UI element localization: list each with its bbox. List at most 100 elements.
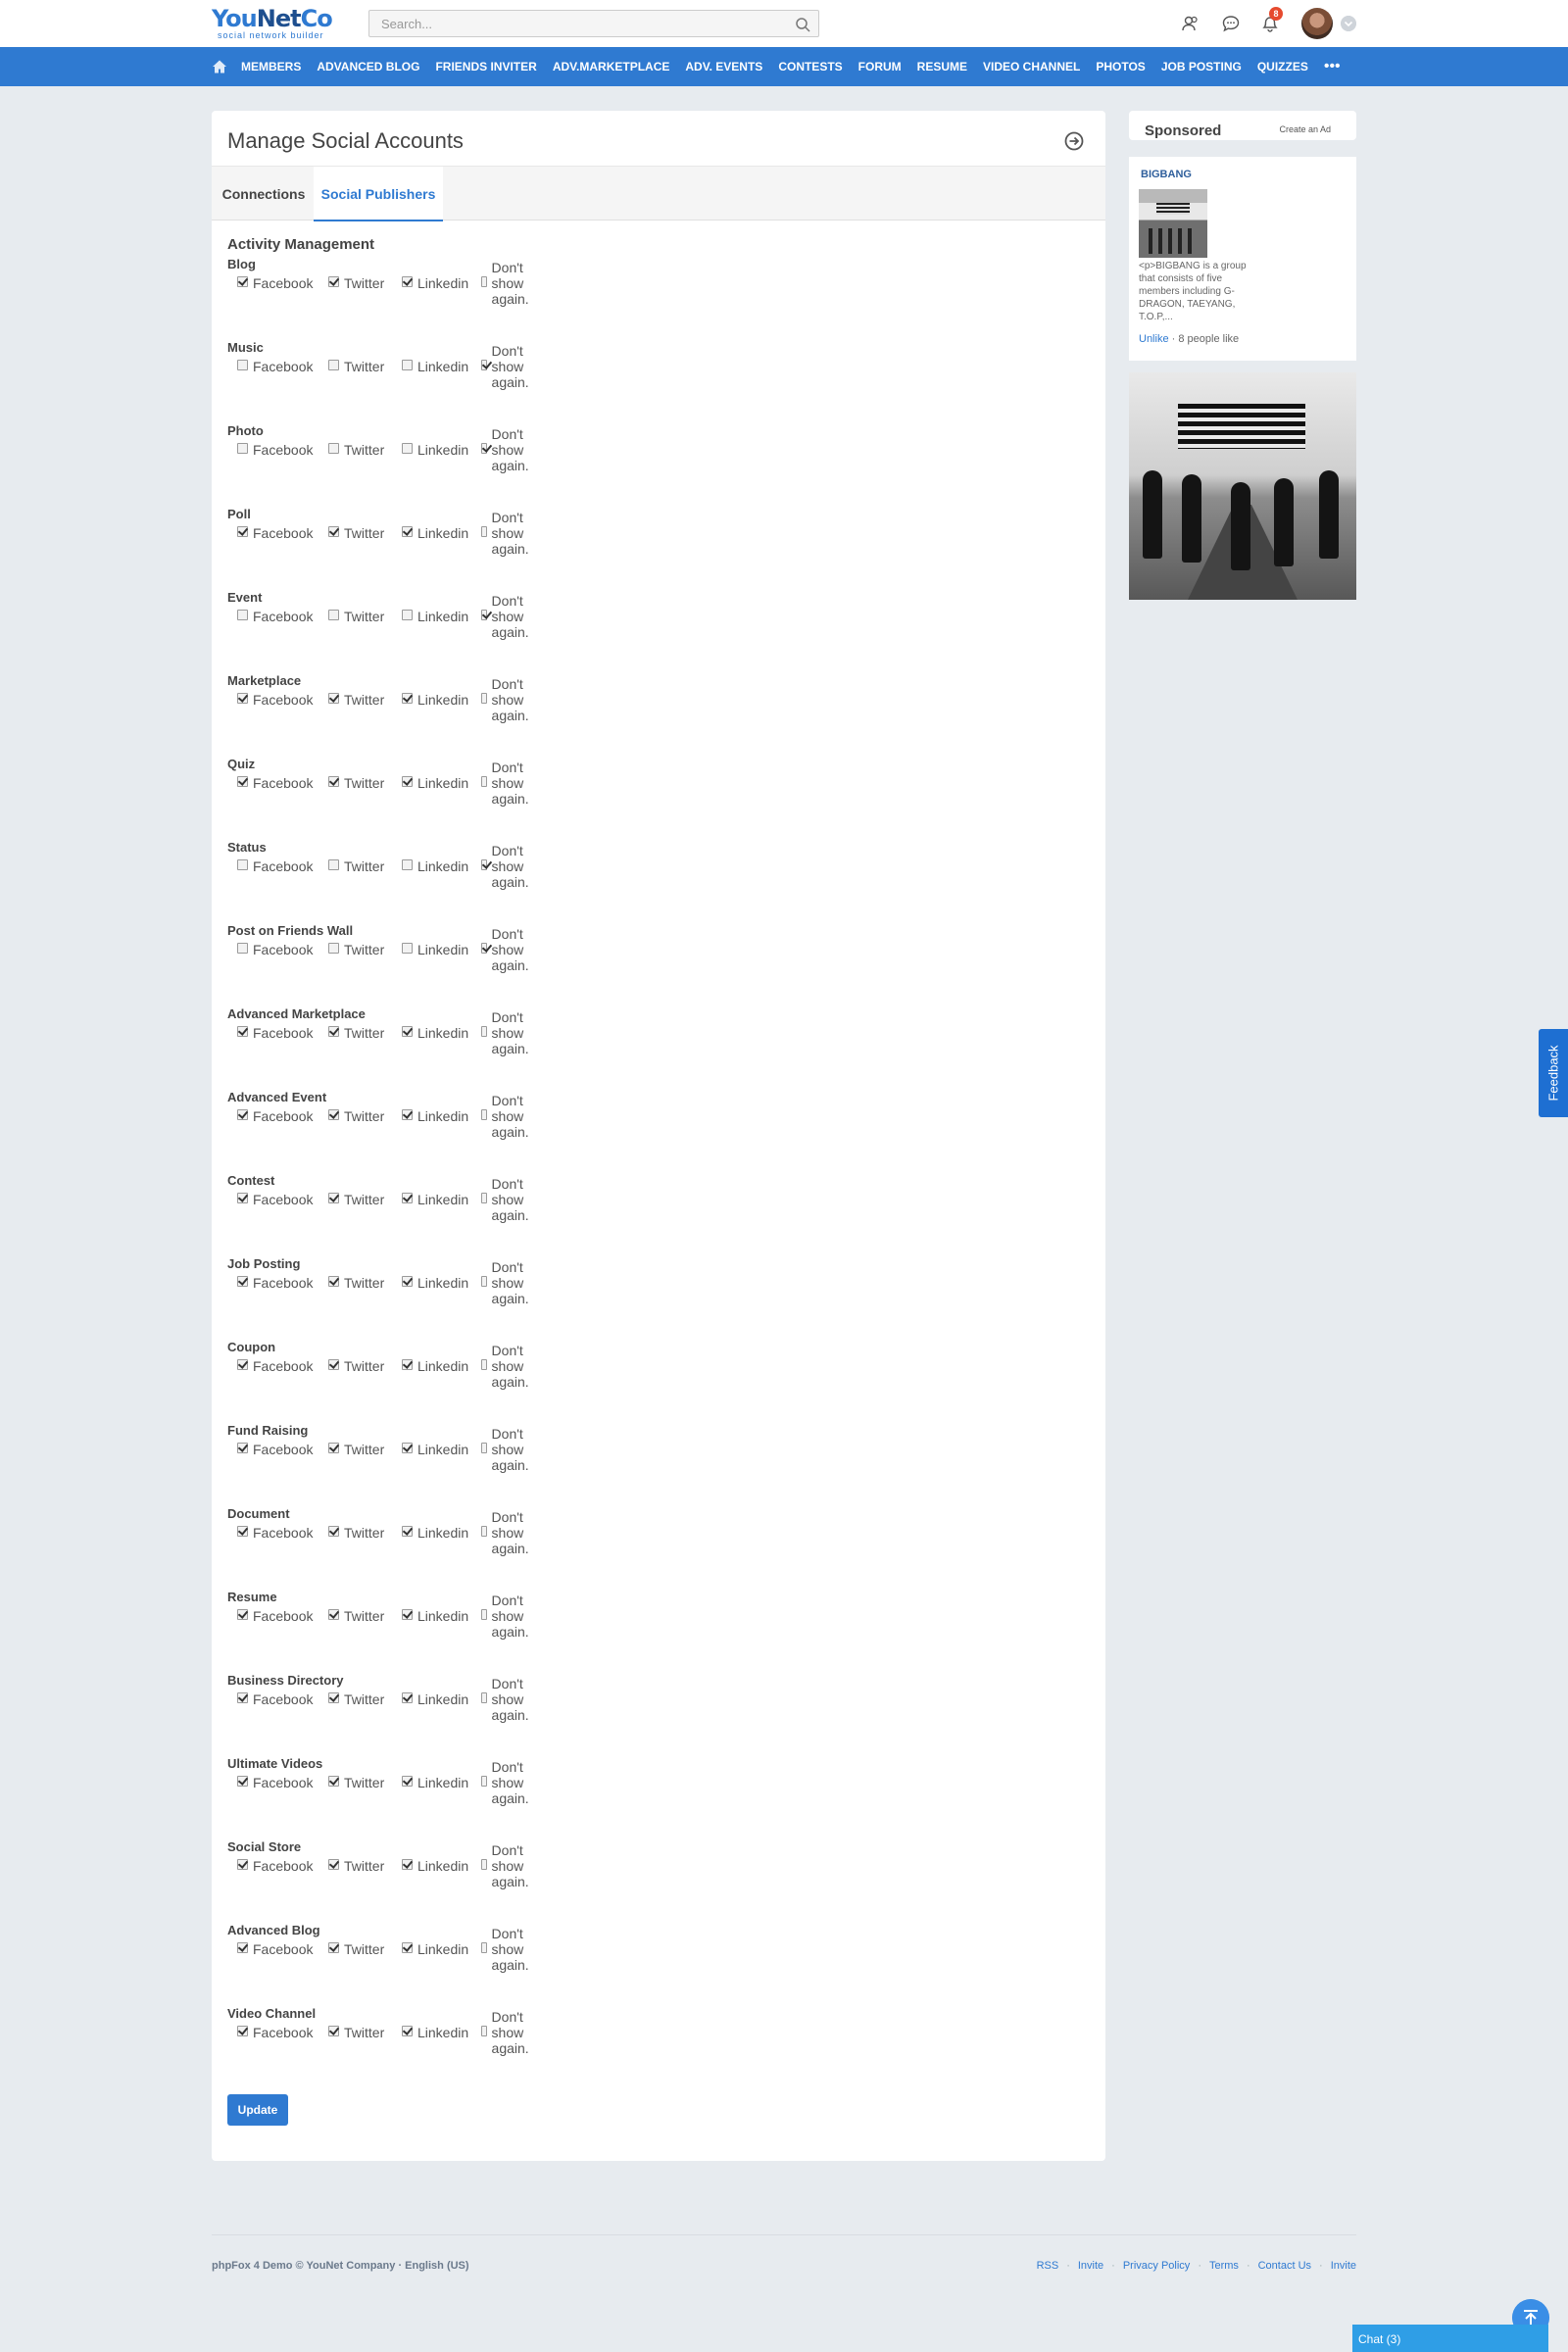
tab-connections[interactable]: Connections [212, 167, 316, 221]
linkedin-checkbox[interactable] [402, 525, 413, 537]
twitter-option[interactable]: Twitter [328, 2023, 384, 2042]
facebook-option[interactable]: Facebook [237, 1356, 313, 1376]
twitter-checkbox[interactable] [328, 1108, 339, 1120]
facebook-option[interactable]: Facebook [237, 523, 313, 543]
twitter-checkbox[interactable] [328, 1358, 339, 1370]
facebook-option[interactable]: Facebook [237, 1523, 313, 1543]
twitter-checkbox[interactable] [328, 525, 339, 537]
twitter-option[interactable]: Twitter [328, 857, 384, 876]
facebook-option[interactable]: Facebook [237, 690, 313, 710]
search-input[interactable] [369, 11, 781, 36]
twitter-checkbox[interactable] [328, 775, 339, 787]
linkedin-option[interactable]: Linkedin [402, 690, 468, 710]
dont-show-again-option[interactable]: Don't show again. [481, 1842, 534, 1889]
facebook-option[interactable]: Facebook [237, 273, 313, 293]
nav-item-photos[interactable]: PHOTOS [1088, 60, 1152, 74]
search-icon[interactable] [795, 17, 810, 32]
facebook-checkbox[interactable] [237, 858, 248, 870]
facebook-checkbox[interactable] [237, 692, 248, 704]
linkedin-checkbox[interactable] [402, 1025, 413, 1037]
create-ad-link[interactable]: Create an Ad [1279, 124, 1331, 134]
facebook-option[interactable]: Facebook [237, 1440, 313, 1459]
ad-banner-image[interactable] [1129, 372, 1356, 600]
dont-show-again-checkbox[interactable] [481, 1192, 487, 1203]
facebook-checkbox[interactable] [237, 1941, 248, 1953]
linkedin-option[interactable]: Linkedin [402, 1773, 468, 1792]
nav-item-job-posting[interactable]: JOB POSTING [1153, 60, 1250, 74]
linkedin-option[interactable]: Linkedin [402, 440, 468, 460]
facebook-checkbox[interactable] [237, 1858, 248, 1870]
twitter-checkbox[interactable] [328, 275, 339, 287]
home-icon[interactable] [212, 59, 227, 74]
dont-show-again-option[interactable]: Don't show again. [481, 1676, 534, 1723]
facebook-checkbox[interactable] [237, 1358, 248, 1370]
chat-bar[interactable]: Chat (3) [1352, 2325, 1548, 2352]
nav-item-friends-inviter[interactable]: FRIENDS INVITER [427, 60, 544, 74]
dont-show-again-option[interactable]: Don't show again. [481, 2009, 534, 2056]
linkedin-option[interactable]: Linkedin [402, 273, 468, 293]
linkedin-option[interactable]: Linkedin [402, 1856, 468, 1876]
footer-link-contact-us[interactable]: Contact Us [1258, 2260, 1311, 2272]
twitter-checkbox[interactable] [328, 942, 339, 954]
linkedin-option[interactable]: Linkedin [402, 1939, 468, 1959]
facebook-option[interactable]: Facebook [237, 440, 313, 460]
twitter-checkbox[interactable] [328, 359, 339, 370]
friends-icon[interactable] [1181, 14, 1200, 33]
feedback-tab[interactable]: Feedback [1539, 1029, 1568, 1117]
twitter-option[interactable]: Twitter [328, 1606, 384, 1626]
ad-name[interactable]: BIGBANG [1141, 169, 1192, 180]
chevron-down-icon[interactable] [1341, 16, 1356, 31]
twitter-option[interactable]: Twitter [328, 1023, 384, 1043]
footer-link-terms[interactable]: Terms [1209, 2260, 1239, 2272]
linkedin-checkbox[interactable] [402, 1858, 413, 1870]
facebook-option[interactable]: Facebook [237, 607, 313, 626]
dont-show-again-option[interactable]: Don't show again. [481, 1259, 534, 1306]
twitter-option[interactable]: Twitter [328, 273, 384, 293]
dont-show-again-option[interactable]: Don't show again. [481, 1009, 534, 1056]
twitter-checkbox[interactable] [328, 1525, 339, 1537]
linkedin-checkbox[interactable] [402, 1275, 413, 1287]
search-box[interactable] [368, 10, 819, 37]
linkedin-checkbox[interactable] [402, 1941, 413, 1953]
dont-show-again-checkbox[interactable] [481, 692, 487, 704]
more-icon[interactable]: ••• [1316, 58, 1341, 75]
twitter-checkbox[interactable] [328, 1775, 339, 1787]
facebook-option[interactable]: Facebook [237, 1106, 313, 1126]
linkedin-option[interactable]: Linkedin [402, 2023, 468, 2042]
footer-link-privacy-policy[interactable]: Privacy Policy [1123, 2260, 1190, 2272]
twitter-option[interactable]: Twitter [328, 1356, 384, 1376]
footer-link-invite[interactable]: Invite [1331, 2260, 1356, 2272]
twitter-option[interactable]: Twitter [328, 773, 384, 793]
dont-show-again-option[interactable]: Don't show again. [481, 1343, 534, 1390]
dont-show-again-checkbox[interactable] [481, 942, 487, 954]
facebook-option[interactable]: Facebook [237, 1273, 313, 1293]
twitter-option[interactable]: Twitter [328, 1190, 384, 1209]
facebook-option[interactable]: Facebook [237, 1023, 313, 1043]
twitter-checkbox[interactable] [328, 1025, 339, 1037]
dont-show-again-option[interactable]: Don't show again. [481, 1093, 534, 1140]
facebook-checkbox[interactable] [237, 275, 248, 287]
nav-item-adv-marketplace[interactable]: ADV.MARKETPLACE [545, 60, 678, 74]
twitter-option[interactable]: Twitter [328, 690, 384, 710]
unlike-link[interactable]: Unlike [1139, 333, 1169, 345]
twitter-option[interactable]: Twitter [328, 1273, 384, 1293]
dont-show-again-option[interactable]: Don't show again. [481, 1426, 534, 1473]
linkedin-option[interactable]: Linkedin [402, 607, 468, 626]
facebook-option[interactable]: Facebook [237, 940, 313, 959]
facebook-checkbox[interactable] [237, 775, 248, 787]
twitter-option[interactable]: Twitter [328, 1440, 384, 1459]
linkedin-checkbox[interactable] [402, 1442, 413, 1453]
dont-show-again-option[interactable]: Don't show again. [481, 426, 534, 473]
linkedin-checkbox[interactable] [402, 275, 413, 287]
facebook-checkbox[interactable] [237, 359, 248, 370]
twitter-option[interactable]: Twitter [328, 1856, 384, 1876]
nav-item-adv-events[interactable]: ADV. EVENTS [677, 60, 770, 74]
facebook-option[interactable]: Facebook [237, 1606, 313, 1626]
twitter-option[interactable]: Twitter [328, 1939, 384, 1959]
dont-show-again-checkbox[interactable] [481, 525, 487, 537]
facebook-checkbox[interactable] [237, 1525, 248, 1537]
facebook-option[interactable]: Facebook [237, 1773, 313, 1792]
dont-show-again-checkbox[interactable] [481, 1025, 487, 1037]
twitter-checkbox[interactable] [328, 1442, 339, 1453]
twitter-checkbox[interactable] [328, 442, 339, 454]
